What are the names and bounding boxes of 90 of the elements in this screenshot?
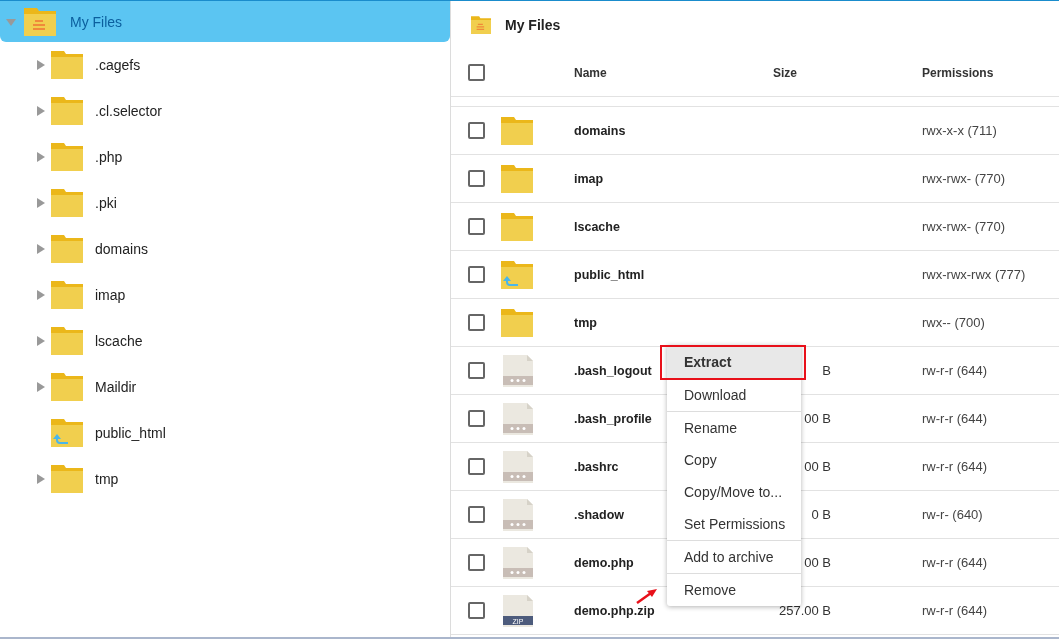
annotation-arrow (635, 587, 659, 605)
tree-item[interactable]: public_html (95, 425, 166, 441)
row-checkbox[interactable] (468, 314, 485, 331)
file-permissions: rwx-rwx-rwx (777) (922, 267, 1027, 282)
tree-item[interactable]: domains (95, 241, 148, 257)
file-permissions: rwx-x-x (711) (922, 123, 998, 138)
column-header[interactable]: Permissions (922, 65, 1059, 80)
home-folder-icon (471, 16, 491, 34)
file-permissions: rwx-rwx- (770) (922, 219, 1007, 234)
menu-item[interactable]: Copy/Move to... (667, 476, 801, 508)
file-permissions: rwx-rwx- (770) (922, 171, 1007, 186)
tree-item[interactable]: .cl.selector (95, 103, 162, 119)
row-checkbox[interactable] (468, 554, 485, 571)
folder-icon (501, 308, 533, 337)
file-permissions: rw-r- (640) (922, 507, 984, 522)
file-permissions: rw-r-r (644) (922, 459, 988, 474)
tree-item[interactable]: imap (95, 287, 126, 303)
file-permissions: rw-r-r (644) (922, 555, 988, 570)
tree-root-item[interactable]: My Files (0, 1, 450, 42)
folder-icon (51, 327, 83, 355)
folder-icon (51, 235, 83, 263)
folder-icon (51, 97, 83, 125)
shortcut-folder-icon (501, 260, 533, 289)
folder-icon (51, 373, 83, 401)
caret-right-icon[interactable] (36, 244, 46, 254)
home-folder-icon (24, 7, 56, 36)
folder-icon (51, 465, 83, 493)
caret-right-icon[interactable] (36, 60, 46, 70)
file-name[interactable]: domains (574, 123, 773, 138)
menu-item[interactable]: Copy (667, 444, 801, 476)
row-checkbox[interactable] (468, 122, 485, 139)
file-name[interactable]: demo.php.zip (574, 603, 773, 618)
row-checkbox[interactable] (468, 218, 485, 235)
tree-item[interactable]: .pki (95, 195, 117, 211)
row-checkbox[interactable] (468, 458, 485, 475)
row-checkbox[interactable] (468, 170, 485, 187)
caret-right-icon[interactable] (36, 474, 46, 484)
tree-item[interactable]: .php (95, 149, 123, 165)
tree-item-label: My Files (70, 13, 123, 30)
row-checkbox[interactable] (468, 266, 485, 283)
panel-title: My Files (505, 17, 561, 33)
folder-icon (51, 189, 83, 217)
file-size: 0 B (810, 507, 831, 522)
folder-icon (501, 164, 533, 193)
select-all-checkbox[interactable] (468, 64, 485, 81)
folder-icon (501, 116, 533, 145)
row-checkbox[interactable] (468, 362, 485, 379)
menu-item[interactable]: Download (667, 379, 801, 411)
caret-right-icon[interactable] (36, 106, 46, 116)
file-name[interactable]: imap (574, 171, 773, 186)
file-name[interactable]: lscache (574, 219, 773, 234)
menu-item[interactable]: Set Permissions (667, 508, 801, 540)
row-checkbox[interactable] (468, 410, 485, 427)
file-size: 00 B (803, 411, 831, 426)
tree-item[interactable]: tmp (95, 471, 119, 487)
row-checkbox[interactable] (468, 602, 485, 619)
caret-right-icon[interactable] (36, 382, 46, 392)
tree-item[interactable]: lscache (95, 333, 143, 349)
folder-icon (501, 212, 533, 241)
file-icon (501, 450, 535, 483)
column-header[interactable]: Size (773, 65, 922, 80)
tree-item[interactable]: Maildir (95, 379, 137, 395)
tree-item[interactable]: .cagefs (95, 57, 141, 73)
caret-right-icon[interactable] (36, 198, 46, 208)
file-name[interactable]: tmp (574, 315, 773, 330)
file-icon (501, 354, 535, 387)
folder-icon (51, 281, 83, 309)
caret-right-icon[interactable] (36, 336, 46, 346)
folder-icon (51, 143, 83, 171)
file-permissions: rwx-- (700) (922, 315, 986, 330)
shortcut-folder-icon (51, 419, 83, 447)
file-icon (501, 498, 535, 531)
menu-item[interactable]: Rename (667, 412, 801, 444)
file-size: 257.00 B (777, 603, 831, 618)
file-permissions: rw-r-r (644) (922, 363, 988, 378)
file-size: 00 B (803, 555, 831, 570)
file-permissions: rw-r-r (644) (922, 603, 988, 618)
file-name[interactable]: public_html (574, 267, 773, 282)
folder-icon (51, 51, 83, 79)
column-header[interactable]: Name (574, 65, 773, 80)
caret-right-icon[interactable] (36, 290, 46, 300)
file-permissions: rw-r-r (644) (922, 411, 988, 426)
menu-item[interactable]: Add to archive (667, 541, 801, 573)
file-size: B (821, 363, 831, 378)
file-icon (501, 402, 535, 435)
menu-item[interactable]: Remove (667, 574, 801, 606)
file-size: 00 B (803, 459, 831, 474)
caret-right-icon[interactable] (36, 152, 46, 162)
row-checkbox[interactable] (468, 506, 485, 523)
file-icon (501, 546, 535, 579)
